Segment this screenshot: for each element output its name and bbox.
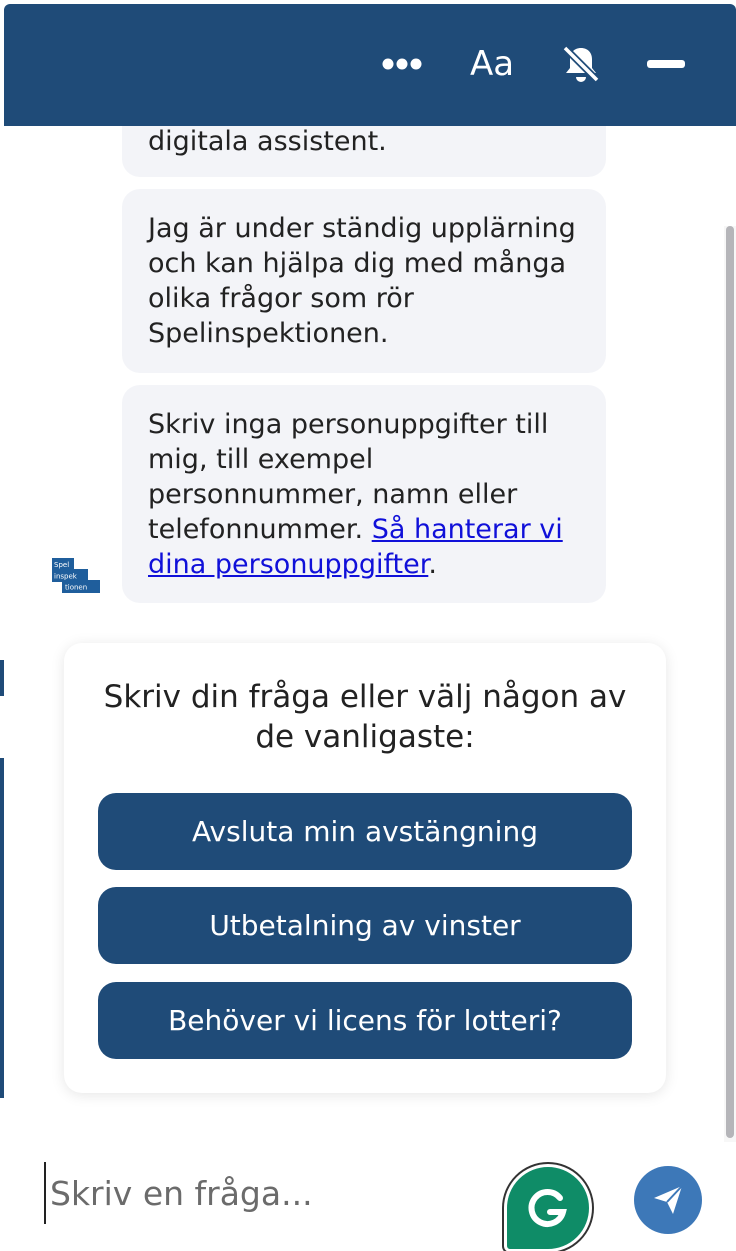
bot-message: Jag är under ständig upplärning och kan … bbox=[122, 189, 606, 373]
paper-plane-icon bbox=[654, 1185, 683, 1214]
bot-message: Skriv inga personuppgifter till mig, til… bbox=[122, 385, 606, 603]
quick-reply-button[interactable]: Behöver vi licens för lotteri? bbox=[98, 982, 632, 1059]
more-options-button[interactable] bbox=[370, 32, 434, 96]
message-text: Jag är under ständig upplärning och kan … bbox=[148, 213, 576, 349]
grammarly-icon bbox=[528, 1189, 567, 1227]
quick-replies-title: Skriv din fråga eller välj någon av de v… bbox=[103, 679, 627, 755]
logo-text: inspek bbox=[54, 573, 78, 581]
message-text-suffix: . bbox=[428, 549, 437, 580]
grammarly-button[interactable] bbox=[504, 1164, 592, 1251]
scrollbar-thumb[interactable] bbox=[726, 226, 734, 1138]
message-text: digitala assistent. bbox=[148, 126, 387, 157]
quick-replies-card: Skriv din fråga eller välj någon av de v… bbox=[64, 643, 666, 1093]
font-size-button[interactable]: Aa bbox=[460, 32, 524, 96]
chat-window: Aa digitala assistent. Jag är under stän… bbox=[4, 4, 736, 1251]
message-composer bbox=[4, 1142, 736, 1251]
quick-reply-button[interactable]: Utbetalning av vinster bbox=[98, 887, 632, 964]
chat-header: Aa bbox=[4, 4, 736, 126]
message-input[interactable] bbox=[44, 1162, 492, 1224]
message-text: Skriv inga personuppgifter till mig, til… bbox=[148, 407, 580, 582]
spelinspektionen-logo: Spel inspek tionen bbox=[52, 558, 100, 593]
chat-scrollbar[interactable] bbox=[724, 226, 736, 1142]
more-dots-icon bbox=[382, 58, 422, 70]
send-button[interactable] bbox=[634, 1166, 702, 1234]
mute-sound-button[interactable] bbox=[549, 32, 613, 96]
logo-text: tionen bbox=[65, 584, 87, 592]
minimize-icon bbox=[647, 60, 685, 68]
minimize-button[interactable] bbox=[634, 32, 698, 96]
bot-message: digitala assistent. bbox=[122, 126, 606, 177]
bell-muted-icon bbox=[562, 45, 600, 83]
logo-text: Spel bbox=[54, 561, 69, 569]
message-list[interactable]: digitala assistent. Jag är under ständig… bbox=[4, 126, 736, 1142]
quick-reply-button[interactable]: Avsluta min avstängning bbox=[98, 793, 632, 870]
